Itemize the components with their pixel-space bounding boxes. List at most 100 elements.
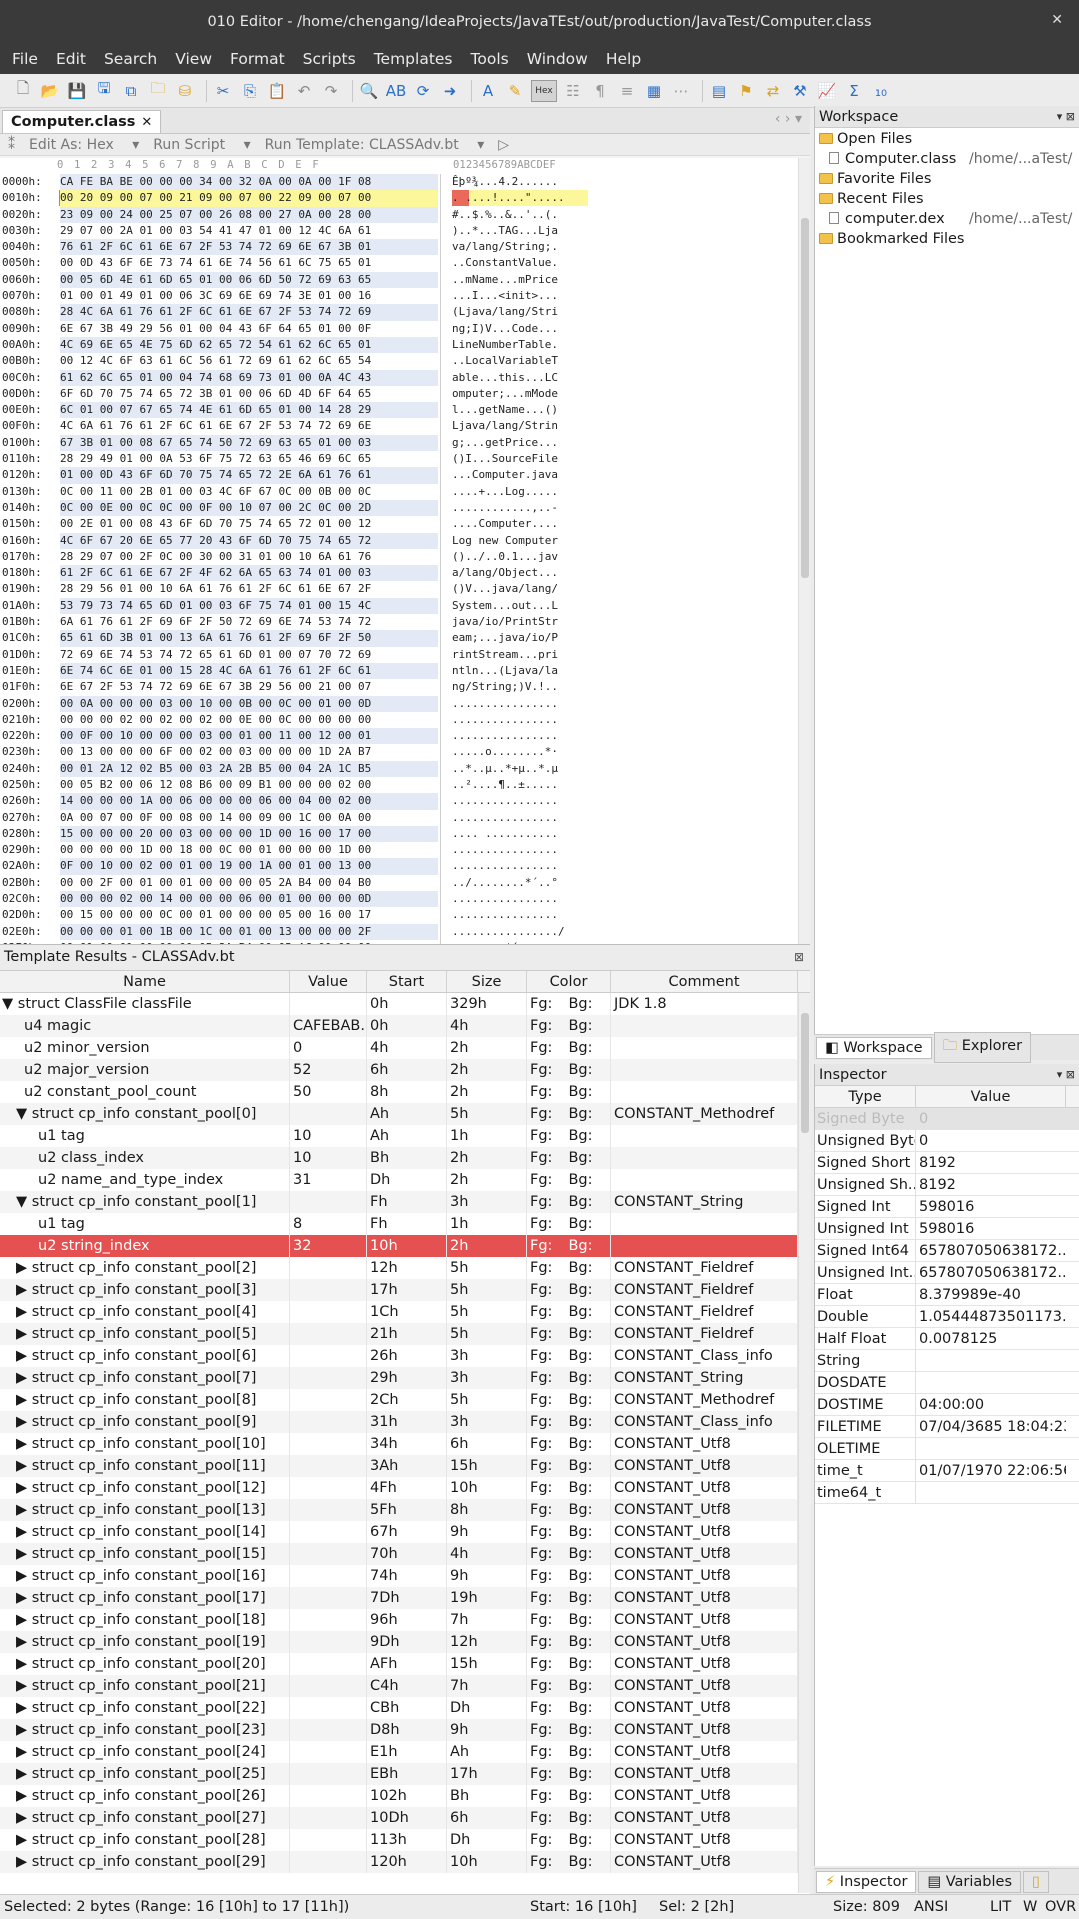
menu-search[interactable]: Search	[92, 50, 163, 68]
base-converter-icon[interactable]: ₁₀	[870, 80, 892, 102]
col-size[interactable]: Size	[447, 971, 527, 992]
row-hex-bytes[interactable]: 65 61 6D 3B 01 00 13 6A 61 76 61 2F 69 6…	[60, 630, 438, 647]
panel-controls-icon[interactable]: ▾ ⊠	[1057, 1064, 1075, 1086]
row-hex-bytes[interactable]: 0C 00 11 00 2B 01 00 03 4C 6F 67 0C 00 0…	[60, 484, 438, 500]
tab-nav-arrows-icon[interactable]: ‹ › ▾	[775, 111, 802, 127]
row-ascii[interactable]: ....+...Log.....	[452, 484, 558, 500]
row-hex-bytes[interactable]: 76 61 2F 6C 61 6E 67 2F 53 74 72 69 6E 6…	[60, 239, 438, 256]
redo-icon[interactable]: ↷	[320, 80, 342, 102]
template-row[interactable]: ▼ struct ClassFile classFile 0h 329h Fg: Bg:…	[0, 993, 810, 1015]
grouping-icon[interactable]: ▦	[643, 80, 665, 102]
line-width-icon[interactable]: ≡	[616, 80, 638, 102]
hex-scrollbar-thumb[interactable]	[801, 218, 809, 578]
template-row[interactable]: u2 class_index 10 Bh 2h Fg: Bg:	[0, 1147, 810, 1169]
row-hex-bytes[interactable]: 6A 61 76 61 2F 69 6F 2F 50 72 69 6E 74 5…	[60, 614, 438, 630]
template-row[interactable]: ▶ struct cp_info constant_pool[13] 5Fh 8h F…	[0, 1499, 810, 1521]
row-ascii[interactable]: ntln...(Ljava/la	[452, 663, 558, 679]
new-file-icon[interactable]: 🗋	[12, 79, 34, 102]
row-hex-bytes[interactable]: 00 00 00 01 00 1B 00 1C 00 01 00 13 00 0…	[60, 923, 438, 940]
template-row[interactable]: ▶ struct cp_info constant_pool[2] 12h 5h Fg…	[0, 1257, 810, 1279]
template-row[interactable]: ▶ struct cp_info constant_pool[11] 3Ah 15h…	[0, 1455, 810, 1477]
workspace-folder[interactable]: Open Files	[815, 129, 1079, 149]
row-hex-bytes[interactable]: 6E 67 3B 49 29 56 01 00 04 43 6F 64 65 0…	[60, 321, 438, 337]
row-hex-bytes[interactable]: 00 0D 43 6F 6E 73 74 61 6E 74 56 61 6C 7…	[60, 255, 438, 271]
row-ascii[interactable]: a/lang/Object...	[452, 565, 558, 581]
row-ascii[interactable]: LineNumberTable.	[452, 337, 558, 353]
bookmark-icon[interactable]: ⚑	[735, 80, 757, 102]
template-row[interactable]: ▶ struct cp_info constant_pool[28] 113h Dh…	[0, 1829, 810, 1851]
col-start[interactable]: Start	[367, 971, 447, 992]
row-hex-bytes[interactable]: 0A 00 07 00 0F 00 08 00 14 00 09 00 1C 0…	[60, 810, 438, 826]
row-hex-bytes[interactable]: 4C 6A 61 76 61 2F 6C 61 6E 67 2F 53 74 7…	[60, 418, 438, 434]
row-hex-bytes[interactable]: 72 69 6E 74 53 74 72 65 61 6D 01 00 07 7…	[60, 647, 438, 663]
template-row[interactable]: ▶ struct cp_info constant_pool[21] C4h 7h F…	[0, 1675, 810, 1697]
template-row[interactable]: u2 name_and_type_index 31 Dh 2h Fg: Bg:	[0, 1169, 810, 1191]
font-icon[interactable]: A	[477, 80, 499, 102]
row-ascii[interactable]: #..$.%..&..'..(.	[452, 207, 558, 223]
row-ascii[interactable]: ..LocalVariableT	[452, 353, 558, 369]
inspector-value[interactable]: 8192	[916, 1152, 1066, 1173]
row-hex-bytes[interactable]: 6F 6D 70 75 74 65 72 3B 01 00 06 6D 4D 6…	[60, 386, 438, 402]
row-hex-bytes[interactable]: 00 0A 00 00 00 03 00 10 00 0B 00 0C 00 0…	[60, 695, 438, 712]
panel-controls-icon[interactable]: ▾ ⊠	[1057, 106, 1075, 128]
row-hex-bytes[interactable]: 6E 74 6C 6E 01 00 15 28 4C 6A 61 76 61 2…	[60, 662, 438, 680]
inspector-row[interactable]: Unsigned Sh... 8192	[815, 1174, 1079, 1196]
template-row[interactable]: u1 tag 10 Ah 1h Fg: Bg:	[0, 1125, 810, 1147]
template-row[interactable]: ▶ struct cp_info constant_pool[16] 74h 9h F…	[0, 1565, 810, 1587]
row-hex-bytes[interactable]: 00 0F 00 10 00 00 00 03 00 01 00 11 00 1…	[60, 728, 438, 745]
template-row[interactable]: ▶ struct cp_info constant_pool[14] 67h 9h F…	[0, 1521, 810, 1543]
row-ascii[interactable]: ................	[452, 891, 558, 907]
row-hex-bytes[interactable]: 00 00 2F 00 01 00 01 00 00 00 05 2A B4 0…	[60, 875, 438, 891]
tab-explorer[interactable]: 🗀 Explorer	[933, 1032, 1032, 1063]
inspector-row[interactable]: OLETIME	[815, 1438, 1079, 1460]
close-tab-icon[interactable]: ✕	[141, 115, 152, 130]
row-hex-bytes[interactable]: 00 15 00 00 00 0C 00 01 00 00 00 05 00 1…	[60, 907, 438, 923]
workspace-folder[interactable]: Favorite Files	[815, 169, 1079, 189]
row-ascii[interactable]: ................	[452, 793, 558, 809]
menu-help[interactable]: Help	[594, 50, 647, 68]
row-ascii[interactable]: l...getName...()	[452, 402, 558, 418]
row-ascii[interactable]: Êþº¾...4.2......	[452, 174, 558, 190]
row-ascii[interactable]: ................	[452, 907, 558, 923]
open-folder-icon[interactable]: 🗀	[147, 79, 169, 102]
inspector-value[interactable]	[916, 1350, 1066, 1371]
paragraph-icon[interactable]: ¶	[589, 80, 611, 102]
inspector-value[interactable]: 01/07/1970 22:06:56	[916, 1460, 1066, 1481]
tools-icon[interactable]: ⚒	[789, 80, 811, 102]
menu-window[interactable]: Window	[515, 50, 594, 68]
row-hex-bytes[interactable]: CA FE BA BE 00 00 00 34 00 32 0A 00 0A 0…	[60, 174, 438, 191]
status-ovr[interactable]: OVR	[1045, 1895, 1076, 1919]
menu-edit[interactable]: Edit	[44, 50, 92, 68]
undo-icon[interactable]: ↶	[293, 80, 315, 102]
row-hex-bytes[interactable]: 0F 00 10 00 02 00 01 00 19 00 1A 00 01 0…	[60, 858, 438, 875]
workspace-folder[interactable]: Bookmarked Files	[815, 229, 1079, 249]
col-type[interactable]: Type	[815, 1086, 916, 1107]
row-ascii[interactable]: Log new Computer	[452, 533, 558, 549]
row-ascii[interactable]: ../........*´..°	[452, 875, 558, 891]
tab-workspace[interactable]: ◧ Workspace	[816, 1036, 932, 1059]
row-ascii[interactable]: System...out...L	[452, 598, 558, 614]
template-row[interactable]: ▶ struct cp_info constant_pool[3] 17h 5h Fg…	[0, 1279, 810, 1301]
row-ascii[interactable]: ()../..0.1...jav	[452, 549, 558, 565]
row-ascii[interactable]: eam;...java/io/P	[452, 630, 558, 646]
template-row[interactable]: ▶ struct cp_info constant_pool[27] 10Dh 6h…	[0, 1807, 810, 1829]
inspector-value[interactable]: 598016	[916, 1218, 1066, 1239]
row-hex-bytes[interactable]: 4C 69 6E 65 4E 75 6D 62 65 72 54 61 62 6…	[60, 336, 438, 354]
inspector-row[interactable]: Unsigned Int 598016	[815, 1218, 1079, 1240]
inspector-row[interactable]: Double 1.05444873501173...	[815, 1306, 1079, 1328]
hex-toggle-button[interactable]: Hex	[531, 79, 557, 102]
col-name[interactable]: Name	[0, 971, 290, 992]
row-hex-bytes[interactable]: 00 00 00 00 1D 00 18 00 0C 00 01 00 00 0…	[60, 842, 438, 858]
template-row[interactable]: ▶ struct cp_info constant_pool[19] 9Dh 12h…	[0, 1631, 810, 1653]
inspector-row[interactable]: DOSTIME 04:00:00	[815, 1394, 1079, 1416]
row-hex-bytes[interactable]: 00 12 4C 6F 63 61 6C 56 61 72 69 61 62 6…	[60, 353, 438, 369]
inspector-row[interactable]: DOSDATE	[815, 1372, 1079, 1394]
row-ascii[interactable]: ................	[452, 810, 558, 826]
row-ascii[interactable]: ................/	[452, 924, 565, 940]
open-file-icon[interactable]: 📂	[39, 80, 61, 102]
row-hex-bytes[interactable]: 00 05 B2 00 06 12 08 B6 00 09 B1 00 00 0…	[60, 777, 438, 793]
row-ascii[interactable]: ng/String;)V.!..	[452, 679, 558, 695]
inspector-value[interactable]: 0	[916, 1130, 1066, 1151]
workspace-file[interactable]: Computer.class/home/...aTest/	[815, 149, 1079, 169]
columns-icon[interactable]: ☷	[562, 80, 584, 102]
